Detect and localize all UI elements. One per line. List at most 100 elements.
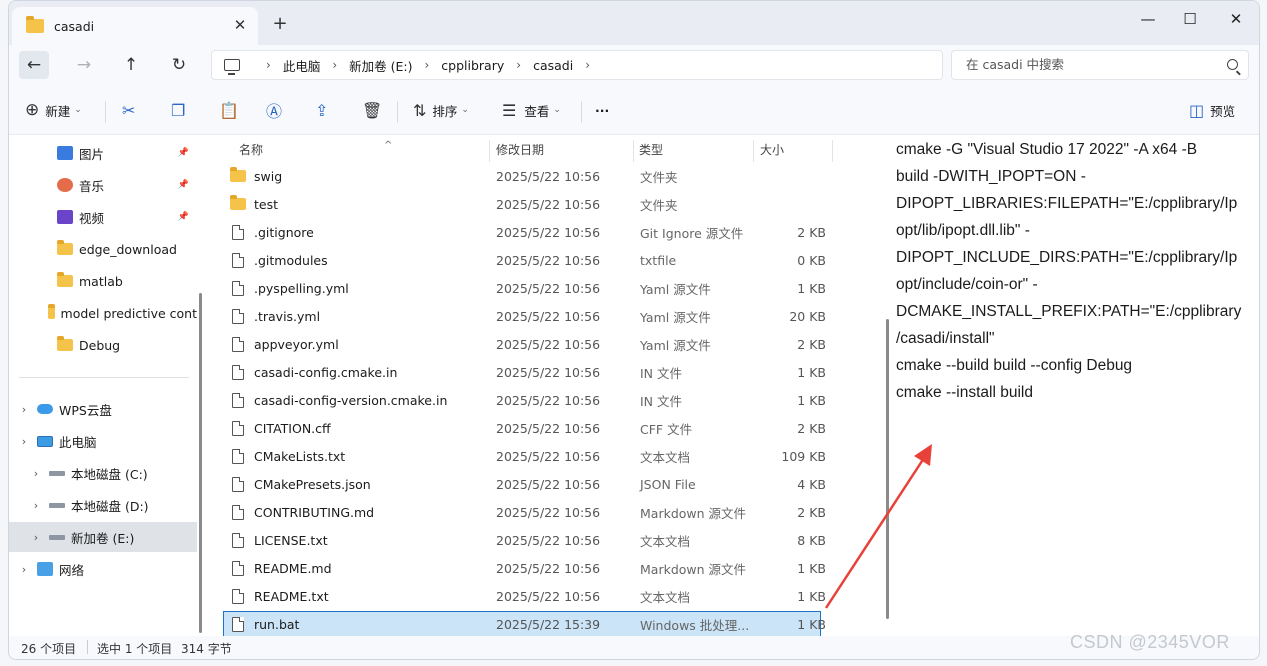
tab-casadi[interactable]: casadi ✕ (12, 7, 258, 45)
sidebar-item[interactable]: 视频 📌 (9, 202, 197, 232)
column-header-type[interactable]: 类型 (639, 136, 663, 164)
column-divider[interactable] (489, 140, 490, 162)
file-list: 名称 ^ 修改日期 类型 大小 swig 2025/5/22 10:56 文件夹 tes… (209, 136, 885, 637)
file-row[interactable]: README.md 2025/5/22 10:56 Markdown 源文件 1 KB (223, 555, 826, 581)
column-divider[interactable] (633, 140, 634, 162)
column-header-date[interactable]: 修改日期 (496, 136, 544, 164)
new-label: 新建 (45, 103, 71, 119)
file-row[interactable]: .travis.yml 2025/5/22 10:56 Yaml 源文件 20 KB (223, 303, 826, 329)
file-date: 2025/5/22 10:56 (496, 196, 601, 212)
breadcrumb-casadi[interactable]: casadi (533, 58, 573, 73)
cut-button[interactable]: ✂ (122, 97, 135, 123)
file-row[interactable]: CMakePresets.json 2025/5/22 10:56 JSON Fil… (223, 471, 826, 497)
file-row[interactable]: appveyor.yml 2025/5/22 10:56 Yaml 源文件 2 KB (223, 331, 826, 357)
sidebar-item[interactable]: › WPS云盘 (9, 394, 197, 424)
file-list-scrollbar[interactable] (886, 319, 889, 619)
close-window-button[interactable]: ✕ (1213, 5, 1259, 33)
chevron-right-icon[interactable]: › (17, 403, 31, 416)
navigation-scrollbar[interactable] (199, 293, 202, 633)
file-row[interactable]: README.txt 2025/5/22 10:56 文本文档 1 KB (223, 583, 826, 609)
file-row[interactable]: LICENSE.txt 2025/5/22 10:56 文本文档 8 KB (223, 527, 826, 553)
chevron-right-icon[interactable]: › (29, 499, 43, 512)
file-size: 1 KB (797, 364, 826, 380)
copy-button[interactable]: ❐ (171, 97, 185, 123)
sidebar-item[interactable]: 图片 📌 (9, 138, 197, 168)
sidebar-item[interactable]: Debug (9, 330, 197, 360)
file-icon (232, 308, 244, 324)
column-divider[interactable] (832, 140, 833, 162)
sidebar-item[interactable]: › 新加卷 (E:) (9, 522, 197, 552)
chevron-right-icon[interactable]: › (29, 467, 43, 480)
more-options-button[interactable]: ··· (595, 97, 609, 123)
file-row[interactable]: CITATION.cff 2025/5/22 10:56 CFF 文件 2 KB (223, 415, 826, 441)
file-row[interactable]: CMakeLists.txt 2025/5/22 10:56 文本文档 109 KB (223, 443, 826, 469)
back-button[interactable]: ← (19, 51, 49, 79)
column-divider[interactable] (753, 140, 754, 162)
file-size: 1 KB (797, 616, 826, 632)
sidebar-item-label: 本地磁盘 (C:) (71, 466, 148, 482)
new-tab-button[interactable]: + (271, 13, 289, 34)
close-tab-icon[interactable]: ✕ (232, 17, 248, 33)
chevron-right-icon[interactable]: › (17, 563, 31, 576)
drive-icon (49, 534, 65, 540)
file-row[interactable]: casadi-config.cmake.in 2025/5/22 10:56 IN … (223, 359, 826, 385)
command-bar: ⊕ 新建 ⌄ ✂ ❐ 📋 Ⓐ ⇪ 🗑 ⇅ 排序 ⌄ ☰ 查看 ⌄ ··· ◫ 预… (9, 85, 1259, 135)
chevron-right-icon: › (585, 58, 591, 72)
file-row[interactable]: run.bat 2025/5/22 15:39 Windows 批处理... 1 KB (223, 611, 826, 637)
maximize-button[interactable]: ☐ (1167, 5, 1213, 33)
file-row[interactable]: .pyspelling.yml 2025/5/22 10:56 Yaml 源文件 1 … (223, 275, 826, 301)
file-row[interactable]: .gitignore 2025/5/22 10:56 Git Ignore 源文件 2… (223, 219, 826, 245)
view-label: 查看 (524, 103, 550, 119)
sidebar-item[interactable]: edge_download (9, 234, 197, 264)
file-date: 2025/5/22 10:56 (496, 532, 601, 548)
breadcrumb-cpplibrary[interactable]: cpplibrary (441, 58, 504, 73)
delete-button[interactable]: 🗑 (362, 97, 382, 123)
file-size: 1 KB (797, 560, 826, 576)
drive-icon (49, 502, 65, 508)
breadcrumb-this-pc[interactable]: 此电脑 (283, 56, 321, 75)
column-header-size[interactable]: 大小 (760, 136, 784, 164)
file-size: 1 KB (797, 392, 826, 408)
file-type: txtfile (640, 252, 677, 268)
file-name: test (254, 196, 279, 212)
file-row[interactable]: .gitmodules 2025/5/22 10:56 txtfile 0 KB (223, 247, 826, 273)
sidebar-item[interactable]: › 本地磁盘 (C:) (9, 458, 197, 488)
toolbar-divider (105, 101, 106, 123)
file-size: 2 KB (797, 336, 826, 352)
video-icon (57, 210, 73, 224)
folder-icon (230, 195, 246, 210)
sidebar-item[interactable]: › 网络 (9, 554, 197, 584)
file-type: IN 文件 (640, 393, 683, 409)
file-row[interactable]: CONTRIBUTING.md 2025/5/22 10:56 Markdown 源… (223, 499, 826, 525)
paste-button[interactable]: 📋 (219, 97, 239, 123)
file-row[interactable]: swig 2025/5/22 10:56 文件夹 (223, 163, 821, 189)
sidebar-item-label: model predictive cont (60, 305, 197, 321)
preview-text-line: DIPOPT_INCLUDE_DIRS:PATH="E:/cpplibrary/… (896, 249, 1238, 266)
forward-button[interactable]: → (69, 51, 99, 79)
address-bar[interactable]: › 此电脑 › 新加卷 (E:) › cpplibrary › casadi › (211, 50, 943, 80)
share-button[interactable]: ⇪ (315, 97, 328, 123)
breadcrumb-drive-e[interactable]: 新加卷 (E:) (349, 56, 412, 75)
minimize-button[interactable]: — (1125, 5, 1171, 33)
new-button[interactable]: ⊕ 新建 ⌄ (25, 97, 82, 123)
sort-button[interactable]: ⇅ 排序 ⌄ (413, 97, 469, 123)
refresh-button[interactable]: ↻ (164, 51, 194, 79)
file-icon (232, 448, 244, 464)
sidebar-item[interactable]: model predictive cont (9, 298, 197, 328)
file-row[interactable]: test 2025/5/22 10:56 文件夹 (223, 191, 821, 217)
sidebar-item[interactable]: › 本地磁盘 (D:) (9, 490, 197, 520)
search-input[interactable]: 在 casadi 中搜索 (951, 50, 1249, 80)
column-header-name[interactable]: 名称 ^ (239, 136, 392, 164)
view-button[interactable]: ☰ 查看 ⌄ (502, 97, 561, 123)
computer-icon (224, 59, 240, 75)
preview-pane-button[interactable]: ◫ 预览 (1189, 97, 1235, 123)
sidebar-item[interactable]: 音乐 📌 (9, 170, 197, 200)
sidebar-item[interactable]: matlab (9, 266, 197, 296)
file-icon (232, 616, 244, 632)
chevron-right-icon[interactable]: › (17, 435, 31, 448)
chevron-right-icon[interactable]: › (29, 531, 43, 544)
up-button[interactable]: ↑ (116, 51, 146, 79)
file-row[interactable]: casadi-config-version.cmake.in 2025/5/22 … (223, 387, 826, 413)
rename-button[interactable]: Ⓐ (266, 97, 282, 123)
sidebar-item[interactable]: › 此电脑 (9, 426, 197, 456)
